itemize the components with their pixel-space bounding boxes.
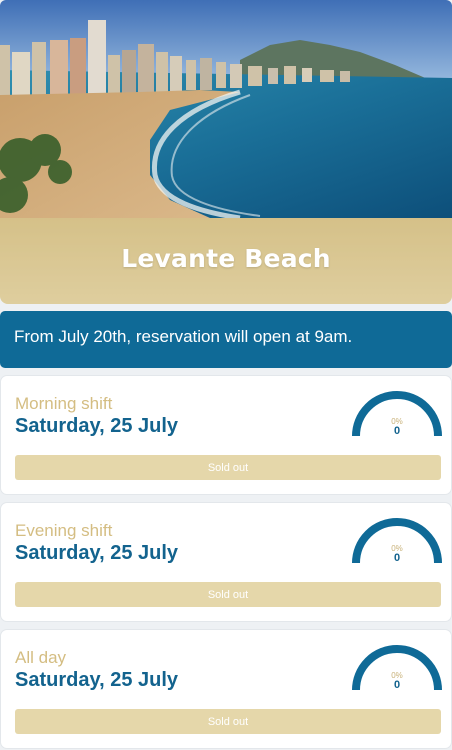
availability-gauge: 0% 0 bbox=[351, 517, 443, 567]
sold-out-button[interactable]: Sold out bbox=[15, 709, 441, 734]
sold-out-button[interactable]: Sold out bbox=[15, 582, 441, 607]
shift-card-evening[interactable]: Evening shift Saturday, 25 July 0% 0 Sol… bbox=[0, 502, 452, 622]
shift-name: All day bbox=[15, 648, 67, 667]
shift-date: Saturday, 25 July bbox=[15, 542, 179, 564]
gauge-count: 0 bbox=[393, 552, 401, 564]
gauge-count: 0 bbox=[393, 679, 401, 691]
availability-gauge: 0% 0 bbox=[351, 644, 443, 694]
shift-date: Saturday, 25 July bbox=[15, 415, 179, 437]
shift-date: Saturday, 25 July bbox=[15, 669, 179, 691]
sold-out-button[interactable]: Sold out bbox=[15, 455, 441, 480]
shift-card-morning[interactable]: Morning shift Saturday, 25 July 0% 0 Sol… bbox=[0, 375, 452, 495]
notice-text: From July 20th, reservation will open at… bbox=[14, 327, 353, 346]
shift-name: Morning shift bbox=[15, 394, 113, 413]
gauge-count: 0 bbox=[393, 425, 401, 437]
beach-title: Levante Beach bbox=[121, 244, 331, 273]
shift-card-all-day[interactable]: All day Saturday, 25 July 0% 0 Sold out bbox=[0, 629, 452, 749]
shift-name: Evening shift bbox=[15, 521, 113, 540]
reservation-notice: From July 20th, reservation will open at… bbox=[0, 311, 452, 368]
hero-banner: Levante Beach bbox=[0, 0, 452, 304]
availability-gauge: 0% 0 bbox=[351, 390, 443, 440]
page: Levante Beach From July 20th, reservatio… bbox=[0, 0, 452, 750]
